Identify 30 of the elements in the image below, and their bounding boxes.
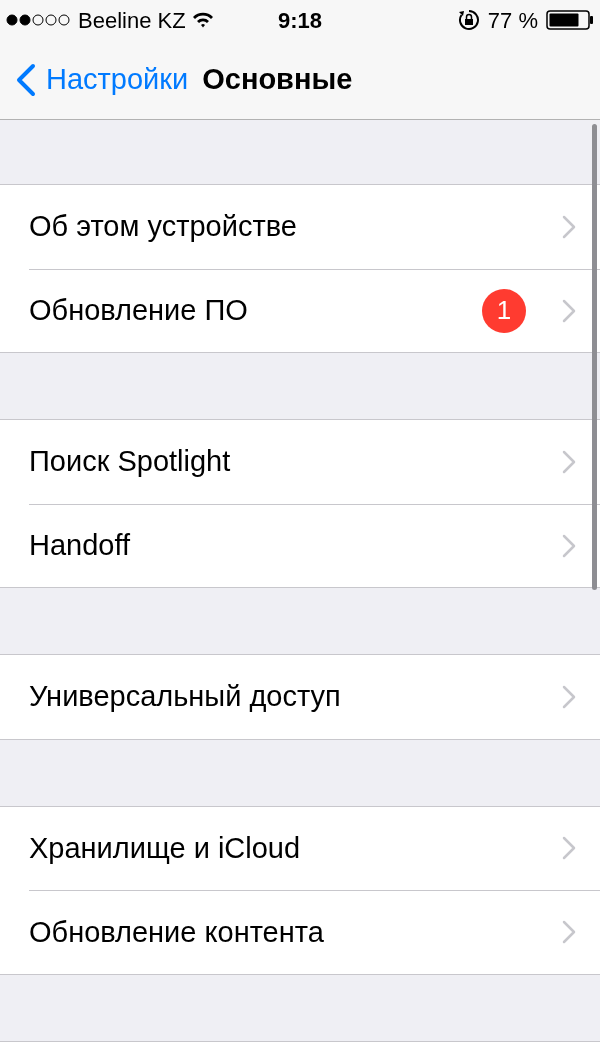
nav-title: Основные	[202, 61, 353, 97]
chevron-icon	[562, 449, 576, 474]
row-label: Универсальный доступ	[29, 679, 342, 714]
wifi-icon	[191, 11, 214, 29]
clock-time: 9:18	[278, 6, 323, 35]
chevron-icon	[562, 214, 576, 239]
carrier-name: Beeline KZ	[78, 6, 186, 35]
settings-row[interactable]: Об этом устройстве	[0, 185, 600, 269]
battery-percent: 77 %	[487, 6, 538, 35]
signal-icon	[6, 14, 72, 26]
battery-icon	[546, 10, 594, 30]
settings-row[interactable]: Универсальный доступ	[0, 655, 600, 739]
row-label: Поиск Spotlight	[29, 444, 232, 479]
settings-row[interactable]: Поиск Spotlight	[0, 420, 600, 504]
chevron-icon	[562, 684, 576, 709]
row-label: Об этом устройстве	[29, 209, 298, 244]
chevron-icon	[562, 298, 576, 323]
back-chevron-icon	[16, 62, 36, 97]
rotation-lock-icon	[457, 9, 480, 31]
chevron-icon	[562, 920, 576, 945]
chevron-icon	[562, 836, 576, 861]
settings-row[interactable]: Хранилище и iCloud	[0, 806, 600, 890]
back-button[interactable]: Настройки	[0, 57, 189, 102]
row-label: Handoff	[29, 528, 132, 563]
notification-badge: 1	[482, 288, 526, 333]
settings-row[interactable]: Обновление контента	[0, 890, 600, 974]
row-label: Хранилище и iCloud	[29, 830, 302, 866]
row-label: Обновление ПО	[29, 293, 249, 328]
chevron-icon	[562, 533, 576, 558]
row-label: Обновление контента	[29, 914, 325, 950]
